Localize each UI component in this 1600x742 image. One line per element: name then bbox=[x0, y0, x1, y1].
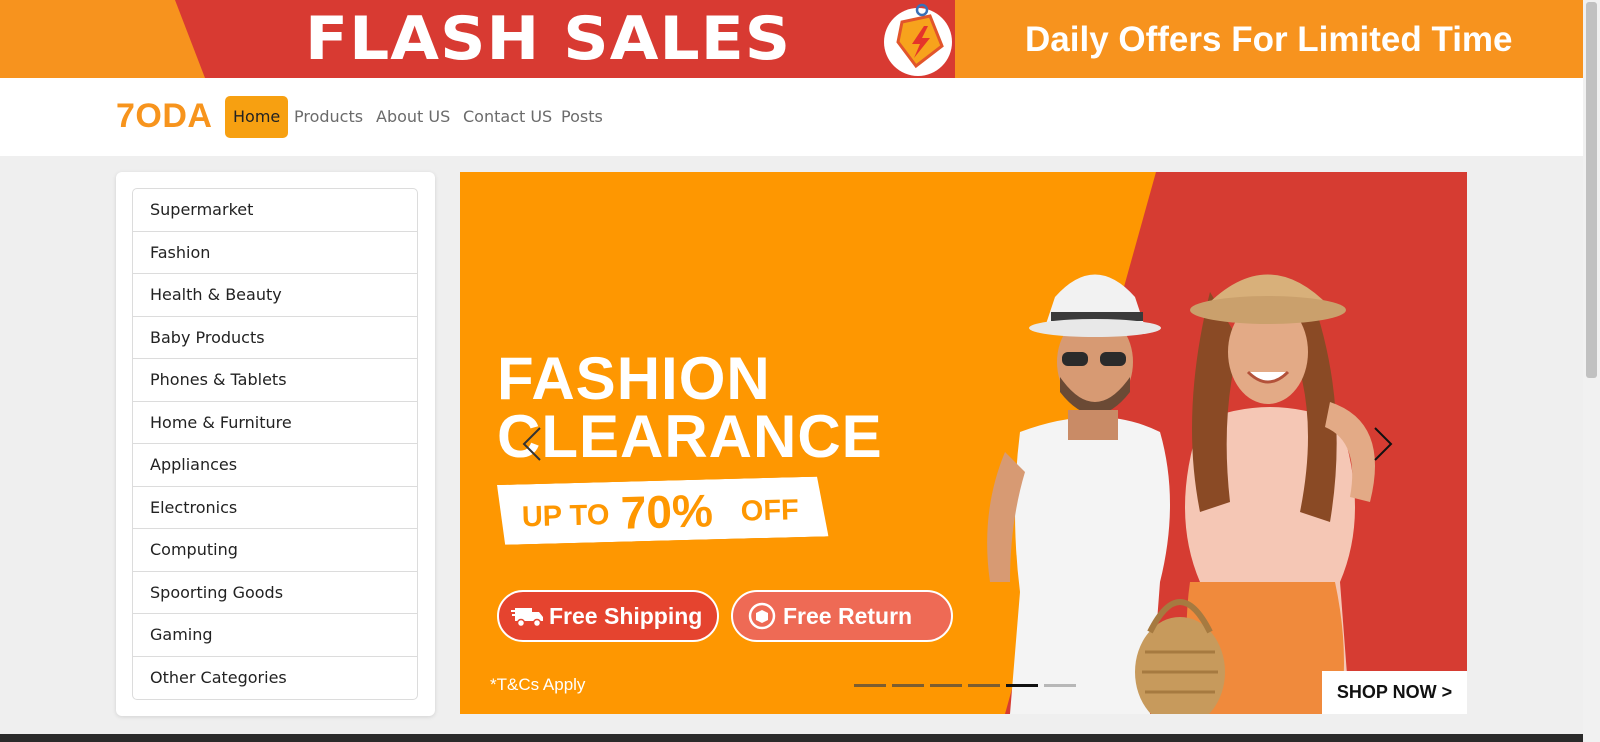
category-item-baby-products[interactable]: Baby Products bbox=[133, 317, 417, 359]
carousel-indicator-2[interactable] bbox=[892, 684, 924, 687]
category-item-home-furniture[interactable]: Home & Furniture bbox=[133, 402, 417, 444]
hero-carousel[interactable]: FASHION CLEARANCE UP TO 70% OFF Free Shi… bbox=[460, 172, 1467, 714]
hero-headline-line-2: CLEARANCE bbox=[497, 403, 883, 470]
carousel-indicator-3[interactable] bbox=[930, 684, 962, 687]
nav-about-us[interactable]: About US bbox=[368, 96, 458, 138]
carousel-indicator-6[interactable] bbox=[1044, 684, 1076, 687]
carousel-indicator-4[interactable] bbox=[968, 684, 1000, 687]
category-item-gaming[interactable]: Gaming bbox=[133, 614, 417, 657]
shop-now-button[interactable]: SHOP NOW > bbox=[1322, 671, 1467, 714]
scrollbar-thumb[interactable] bbox=[1586, 2, 1597, 378]
flash-banner-title: FLASH SALES bbox=[305, 4, 792, 74]
bottom-page-strip bbox=[0, 734, 1583, 742]
free-shipping-label: Free Shipping bbox=[549, 602, 703, 629]
top-navbar: 7ODA Home Products About US Contact US P… bbox=[0, 78, 1583, 156]
category-item-electronics[interactable]: Electronics bbox=[133, 487, 417, 529]
nav-home[interactable]: Home bbox=[225, 96, 289, 138]
terms-note: *T&Cs Apply bbox=[490, 675, 586, 694]
flash-banner-subtitle: Daily Offers For Limited Time bbox=[1025, 20, 1513, 59]
offer-prefix: UP TO bbox=[521, 499, 610, 534]
category-item-health-beauty[interactable]: Health & Beauty bbox=[133, 274, 417, 317]
discount-offer-box: UP TO 70% OFF bbox=[497, 476, 828, 545]
nav-posts[interactable]: Posts bbox=[553, 96, 611, 138]
chevron-left-icon[interactable] bbox=[518, 424, 548, 464]
brand-logo[interactable]: 7ODA bbox=[116, 97, 212, 136]
category-item-sporting-goods[interactable]: Spoorting Goods bbox=[133, 572, 417, 614]
free-return-badge: Free Return bbox=[731, 590, 953, 642]
free-return-label: Free Return bbox=[783, 602, 913, 629]
hero-headline-line-1: FASHION bbox=[497, 345, 771, 412]
carousel-indicators bbox=[854, 684, 1076, 687]
flash-sale-tag-icon bbox=[884, 3, 952, 76]
category-item-supermarket[interactable]: Supermarket bbox=[133, 189, 417, 232]
fashion-models-image bbox=[987, 274, 1375, 714]
chevron-right-icon[interactable] bbox=[1367, 424, 1397, 464]
hero-headline: FASHION CLEARANCE bbox=[497, 345, 883, 470]
carousel-indicator-1[interactable] bbox=[854, 684, 886, 687]
category-sidebar: Supermarket Fashion Health & Beauty Baby… bbox=[116, 172, 435, 716]
vertical-scrollbar[interactable] bbox=[1583, 0, 1600, 742]
category-item-other[interactable]: Other Categories bbox=[133, 657, 417, 700]
category-item-appliances[interactable]: Appliances bbox=[133, 444, 417, 487]
offer-suffix: OFF bbox=[740, 494, 800, 528]
category-item-phones-tablets[interactable]: Phones & Tablets bbox=[133, 359, 417, 402]
carousel-indicator-5[interactable] bbox=[1006, 684, 1038, 687]
nav-contact-us[interactable]: Contact US bbox=[455, 96, 560, 138]
delivery-truck-icon bbox=[511, 608, 543, 628]
free-shipping-badge: Free Shipping bbox=[497, 590, 719, 642]
category-item-computing[interactable]: Computing bbox=[133, 529, 417, 572]
category-item-fashion[interactable]: Fashion bbox=[133, 232, 417, 274]
nav-products[interactable]: Products bbox=[286, 96, 371, 138]
return-box-icon bbox=[748, 602, 776, 630]
flash-sales-banner[interactable]: FLASH SALES Daily Offers For Limited Tim… bbox=[0, 0, 1583, 78]
offer-value: 70% bbox=[620, 484, 714, 539]
category-list: Supermarket Fashion Health & Beauty Baby… bbox=[132, 188, 418, 700]
